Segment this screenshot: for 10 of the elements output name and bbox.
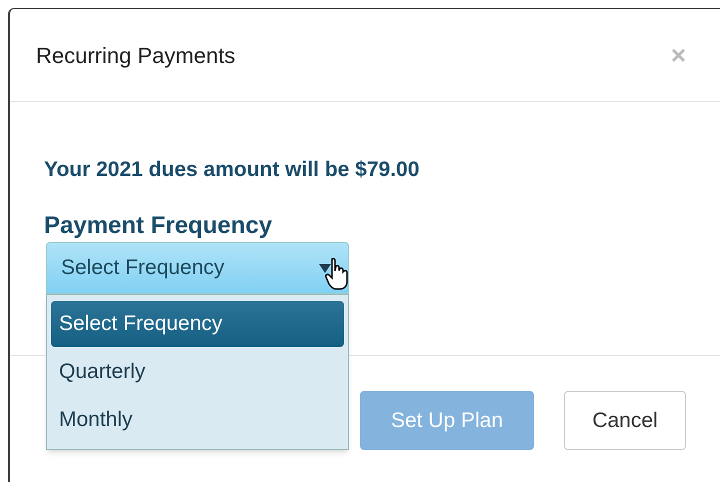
hand-cursor-icon bbox=[325, 257, 351, 291]
dropdown-option[interactable]: Quarterly bbox=[51, 349, 344, 395]
frequency-select[interactable]: Select Frequency bbox=[46, 242, 349, 294]
dialog-title: Recurring Payments bbox=[36, 42, 236, 70]
cancel-button[interactable]: Cancel bbox=[564, 391, 686, 450]
dropdown-option[interactable]: Select Frequency bbox=[51, 301, 344, 347]
field-label: Payment Frequency bbox=[44, 210, 274, 240]
caret-icon bbox=[319, 264, 331, 273]
dues-message: Your 2021 dues amount will be $79.00 bbox=[44, 157, 420, 183]
dropdown-option[interactable]: Monthly bbox=[51, 397, 344, 443]
